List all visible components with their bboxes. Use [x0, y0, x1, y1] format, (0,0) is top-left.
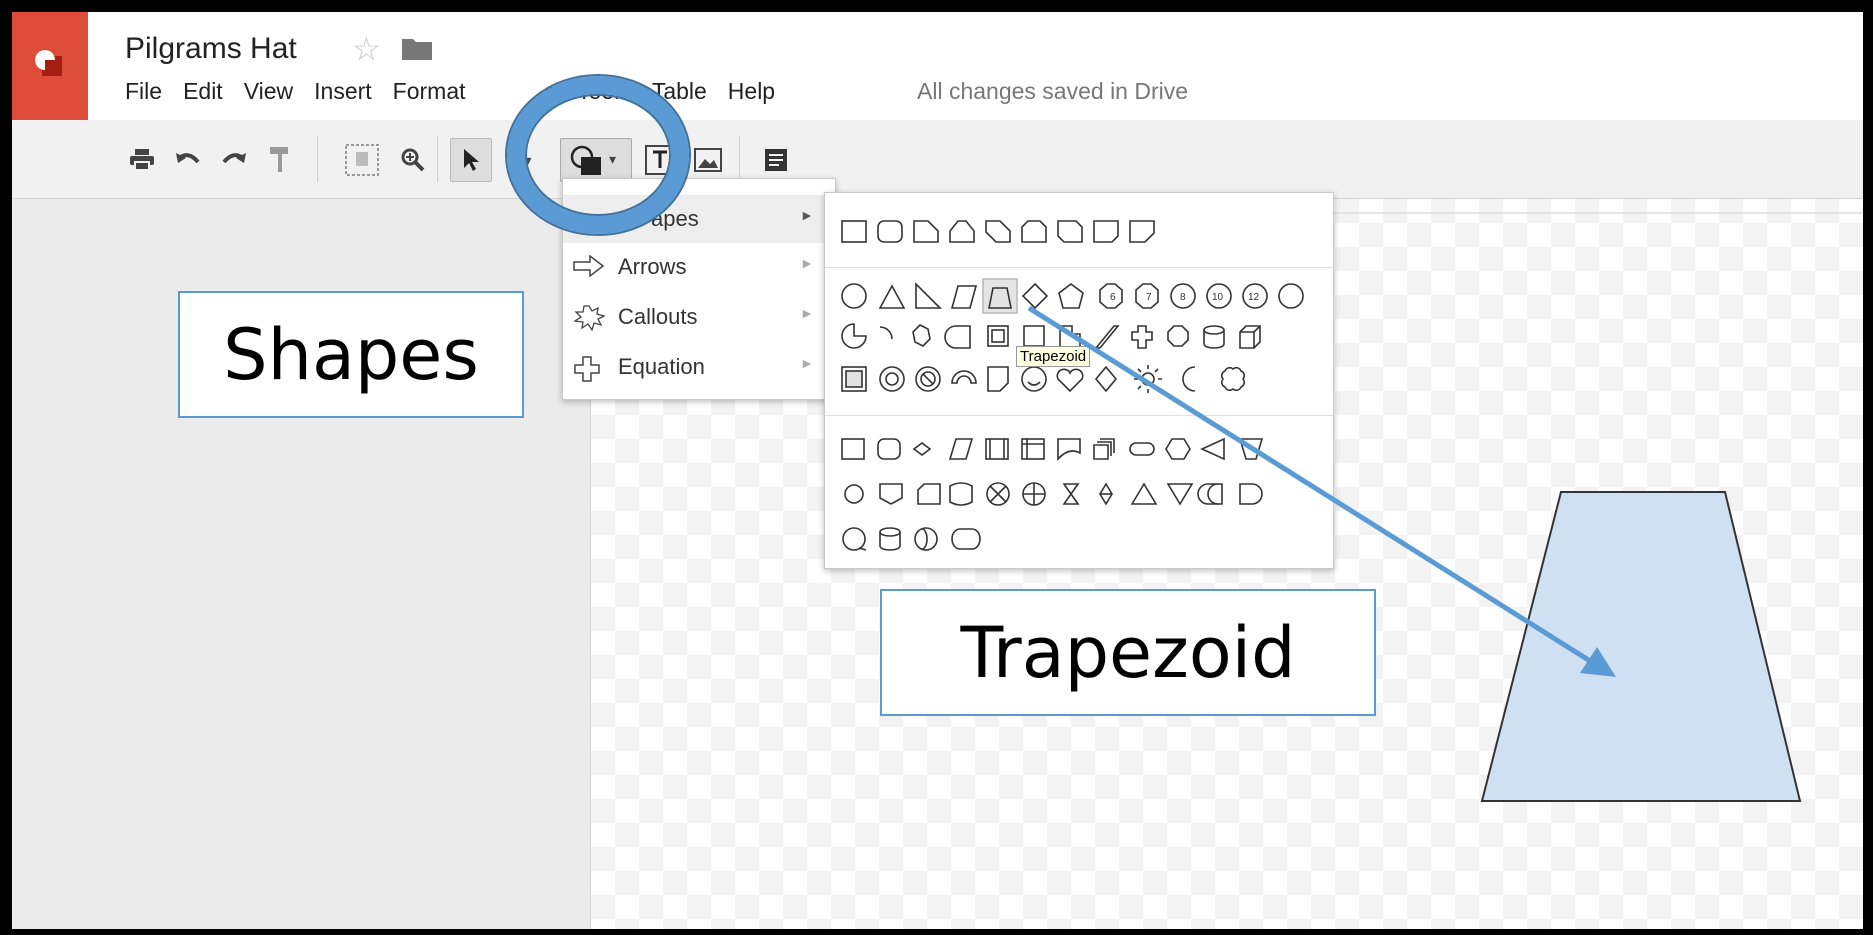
star-icon[interactable]: ☆ [352, 30, 381, 68]
basic-shapes-row-3[interactable] [841, 365, 1246, 393]
tooltip: Trapezoid [1016, 346, 1091, 367]
menu-arrange[interactable]: ge [545, 78, 571, 104]
menu-item-equation[interactable]: Equation ► [563, 343, 835, 391]
save-status: All changes saved in Drive [917, 78, 1189, 104]
rectangle-shapes-row[interactable] [841, 220, 1155, 243]
menu-item-callouts[interactable]: Callouts ► [563, 293, 835, 341]
basic-shapes-row[interactable] [841, 278, 1304, 314]
annotation-trapezoid: Trapezoid [880, 589, 1376, 716]
cursor-icon [464, 149, 479, 171]
shape-button[interactable]: ▾ [560, 138, 632, 182]
toolbar-divider [437, 136, 438, 182]
menu-tools[interactable]: Tools [577, 78, 631, 104]
menu-format[interactable]: Format [393, 78, 466, 104]
submenu-arrow-icon: ► [800, 355, 814, 371]
shape-icon [570, 145, 601, 175]
print-icon[interactable] [126, 144, 158, 176]
arrow-icon [573, 254, 605, 283]
submenu-arrow-icon: ► [800, 255, 814, 271]
toolbar: ▾ ▾ [12, 120, 1863, 199]
menu-insert[interactable]: Insert [314, 78, 372, 104]
annotation-shapes: Shapes [178, 291, 524, 418]
svg-text:6: 6 [1110, 292, 1116, 303]
menu-table[interactable]: Table [652, 78, 707, 104]
menu-view[interactable]: View [244, 78, 293, 104]
menu-help[interactable]: Help [728, 78, 775, 104]
basic-shapes-row-2[interactable] [841, 323, 1261, 349]
textbox-icon[interactable] [642, 142, 678, 178]
svg-text:8: 8 [1180, 292, 1186, 303]
zoom-icon[interactable] [397, 144, 429, 176]
shape-dropdown-menu: apes ► Arrows ► Callouts ► Equation ► [562, 178, 836, 400]
menu-item-label: Arrows [618, 254, 687, 279]
undo-icon[interactable] [172, 144, 204, 176]
menu-item-arrows[interactable]: Arrows ► [563, 243, 835, 291]
comment-icon[interactable] [760, 144, 792, 176]
shape-dropdown-icon: ▾ [609, 151, 617, 167]
app-window: Pilgrams Hat ☆ File Edit View Insert Format g… [12, 12, 1863, 929]
line-dropdown-icon[interactable]: ▾ [512, 144, 544, 176]
plus-icon [573, 355, 601, 389]
image-icon[interactable] [692, 144, 724, 176]
menu-edit[interactable]: Edit [183, 78, 223, 104]
callout-icon [573, 305, 606, 337]
menu-item-label: apes [651, 206, 699, 231]
submenu-arrow-icon: ► [800, 207, 814, 223]
menu-item-label: Equation [618, 354, 705, 379]
toolbar-divider [739, 136, 740, 182]
redo-icon[interactable] [218, 144, 250, 176]
svg-text:12: 12 [1248, 292, 1260, 303]
doc-title[interactable]: Pilgrams Hat [125, 32, 297, 66]
select-button[interactable] [450, 138, 492, 182]
folder-icon[interactable] [402, 36, 432, 65]
flowchart-shapes[interactable] [841, 437, 1264, 551]
menu-file[interactable]: File [125, 78, 162, 104]
menu-item-shapes[interactable]: apes ► [563, 195, 835, 243]
app-logo[interactable] [12, 12, 88, 120]
shapes-submenu: 6 7 8 10 12 [824, 192, 1334, 569]
menubar: File Edit View Insert Format ge Tools Table Help [125, 78, 796, 105]
menu-item-label: Callouts [618, 304, 698, 329]
slides-logo-icon [35, 50, 62, 76]
submenu-arrow-icon: ► [800, 305, 814, 321]
toolbar-divider [317, 136, 318, 182]
fit-icon[interactable] [342, 140, 382, 180]
paint-format-icon[interactable] [264, 144, 296, 176]
svg-text:10: 10 [1212, 292, 1224, 303]
svg-text:7: 7 [1146, 292, 1152, 303]
